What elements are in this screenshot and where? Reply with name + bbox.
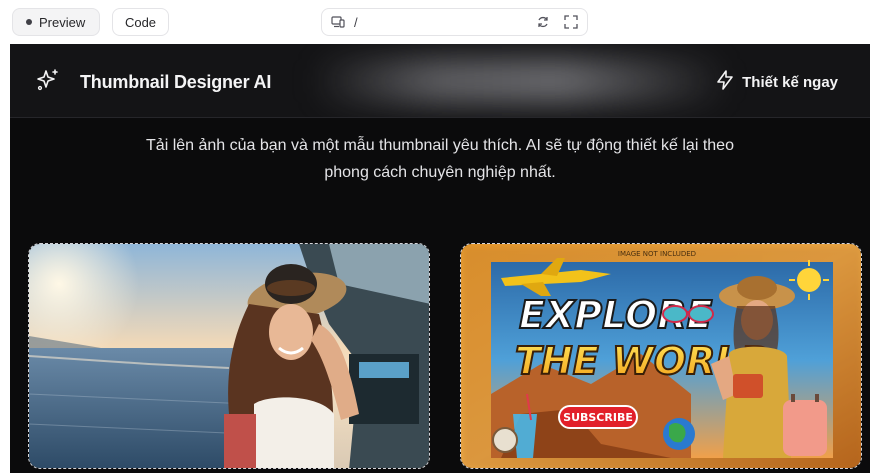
user-photo <box>29 244 429 468</box>
url-bar[interactable]: / <box>321 8 588 36</box>
intro-line-2: phong cách chuyên nghiệp nhất. <box>324 164 556 181</box>
intro-text: Tải lên ảnh của bạn và một mẫu thumbnail… <box>110 132 770 186</box>
tab-code[interactable]: Code <box>112 8 169 36</box>
design-now-label: Thiết kế ngay <box>742 73 838 91</box>
template-subscribe: SUBSCRIBE <box>563 411 633 424</box>
intro-line-1: Tải lên ảnh của bạn và một mẫu thumbnail… <box>146 137 734 154</box>
active-dot-icon <box>26 19 32 25</box>
user-photo-upload[interactable] <box>28 243 430 469</box>
header-backdrop-blur <box>310 58 730 104</box>
sparkles-icon <box>36 68 60 97</box>
tab-code-label: Code <box>124 14 157 30</box>
preview-toolbar: Preview Code / <box>0 0 870 44</box>
tab-preview[interactable]: Preview <box>12 8 100 36</box>
tab-preview-label: Preview <box>39 14 86 30</box>
template-thumbnail-upload[interactable]: EXPLORE THE WORLD SUBSCRIBE IMAGE NOT IN… <box>460 243 862 469</box>
device-icon[interactable] <box>330 14 346 30</box>
brand: Thumbnail Designer AI <box>36 68 271 97</box>
template-note: IMAGE NOT INCLUDED <box>618 250 696 258</box>
app-frame: Thumbnail Designer AI Thiết kế ngay Tải … <box>10 44 870 473</box>
app-header: Thumbnail Designer AI Thiết kế ngay <box>10 44 870 118</box>
design-now-button[interactable]: Thiết kế ngay <box>716 70 838 94</box>
template-thumbnail: EXPLORE THE WORLD SUBSCRIBE IMAGE NOT IN… <box>461 244 861 468</box>
refresh-icon[interactable] <box>535 14 551 30</box>
fullscreen-icon[interactable] <box>563 14 579 30</box>
app-title: Thumbnail Designer AI <box>80 72 272 92</box>
url-path[interactable]: / <box>354 15 535 30</box>
lightning-icon <box>716 70 734 94</box>
